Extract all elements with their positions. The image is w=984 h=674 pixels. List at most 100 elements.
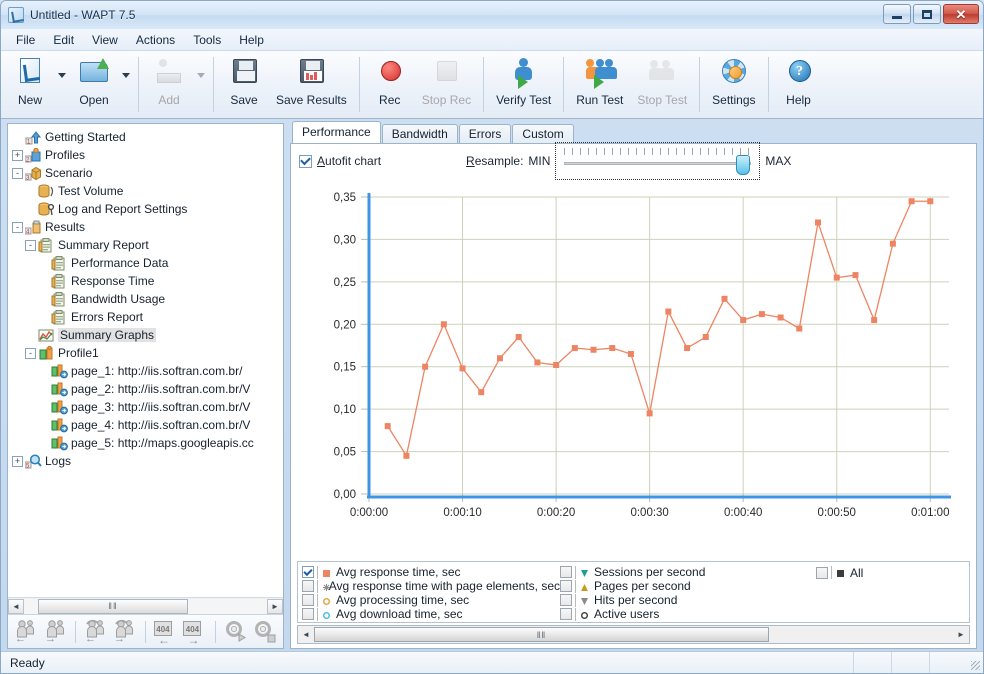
legend-checkbox[interactable] [302, 580, 314, 592]
error-404-left-icon[interactable]: 404 ← [152, 618, 180, 647]
tree-item-getting-started[interactable]: 1 Getting Started [12, 128, 283, 146]
error-404-right-icon[interactable]: 404 → [181, 618, 209, 647]
gear-run-icon[interactable] [222, 618, 250, 646]
legend-row[interactable]: Avg processing time, sec [302, 593, 560, 607]
menu-item-edit[interactable]: Edit [44, 30, 83, 50]
tree-expander[interactable]: - [12, 167, 23, 179]
recycle-user-right-icon[interactable]: → [111, 618, 139, 646]
legend-row[interactable]: Sessions per second [560, 565, 800, 579]
add-user-right-icon[interactable]: → [42, 618, 70, 646]
verify-test-button[interactable]: Verify Test [489, 53, 558, 116]
tab-bandwidth[interactable]: Bandwidth [381, 124, 458, 144]
tree-item-page-1-http-iis-softran-com-br[interactable]: page_1: http://iis.softran.com.br/ [12, 362, 283, 380]
toolbar-separator [358, 57, 360, 112]
save-button[interactable]: Save [219, 53, 269, 116]
tree-item-log-and-report-settings[interactable]: Log and Report Settings [12, 200, 283, 218]
tree-scroll-left-button[interactable]: ◄ [8, 598, 24, 614]
rec-button[interactable]: Rec [365, 53, 415, 116]
save-results-button[interactable]: Save Results [269, 53, 354, 116]
chart-scroll-thumb[interactable]: ‖‖ [314, 627, 769, 642]
scenario-tree[interactable]: 1 Getting Started +2 Profiles -3 Scenario Test… [8, 124, 283, 597]
legend-row[interactable]: Avg download time, sec [302, 607, 560, 621]
tree-scroll-track[interactable]: ‖‖ [24, 598, 267, 614]
tab-errors[interactable]: Errors [458, 124, 512, 144]
tree-item-page-3-http-iis-softran-com-br-v[interactable]: page_3: http://iis.softran.com.br/V [12, 398, 283, 416]
tree-expander[interactable]: + [12, 149, 23, 161]
new-button[interactable]: New [5, 53, 55, 116]
tree-item-results[interactable]: -4 Results [12, 218, 283, 236]
chart-scroll-track[interactable]: ‖‖ [314, 626, 953, 643]
tree-item-response-time[interactable]: Response Time [12, 272, 283, 290]
menu-item-actions[interactable]: Actions [127, 30, 184, 50]
maximize-button[interactable] [913, 4, 941, 24]
tree-expander[interactable]: - [25, 239, 36, 251]
autofit-chart-checkbox[interactable] [299, 154, 312, 168]
legend-checkbox[interactable] [302, 594, 314, 606]
performance-chart[interactable]: 0,00 0,05 0,10 0,15 0,20 0,25 0,30 0,35 0:00:00 0… [291, 178, 976, 561]
legend-row[interactable]: Hits per second [560, 593, 800, 607]
legend-row[interactable]: Active users [560, 607, 800, 621]
legend-checkbox[interactable] [560, 608, 572, 620]
run-test-button[interactable]: Run Test [569, 53, 630, 116]
chart-scroll-right-button[interactable]: ► [953, 626, 969, 643]
add-user-left-icon[interactable]: ← [12, 618, 40, 646]
tree-item-page-5-http-maps-googleapis-cc[interactable]: page_5: http://maps.googleapis.cc [12, 434, 283, 452]
tree-item-page-2-http-iis-softran-com-br-v[interactable]: page_2: http://iis.softran.com.br/V [12, 380, 283, 398]
menu-item-tools[interactable]: Tools [184, 30, 230, 50]
legend-checkbox[interactable] [816, 566, 828, 579]
legend-checkbox[interactable] [560, 580, 572, 592]
summary-graphs-icon [38, 328, 55, 343]
legend-row[interactable]: All [816, 565, 920, 580]
legend-row[interactable]: Pages per second [560, 579, 800, 593]
tree-toolbar-separator [214, 620, 216, 643]
slider-track[interactable] [564, 162, 752, 165]
legend-row[interactable]: Avg response time, sec [302, 565, 560, 579]
tree-item-scenario[interactable]: -3 Scenario [12, 164, 283, 182]
help-button[interactable]: ? Help [774, 53, 824, 116]
tree-expander[interactable]: - [12, 221, 23, 233]
minimize-button[interactable] [883, 4, 911, 24]
resample-slider[interactable] [555, 142, 761, 180]
tree-item-profile1[interactable]: - Profile1 [12, 344, 283, 362]
tree-expander[interactable]: - [25, 347, 36, 359]
tree-horizontal-scrollbar[interactable]: ◄ ‖‖ ► [8, 597, 283, 614]
tree-item-performance-data[interactable]: Performance Data [12, 254, 283, 272]
chart-canvas[interactable]: 0,00 0,05 0,10 0,15 0,20 0,25 0,30 0,35 0:00:00 0… [305, 178, 965, 523]
chart-horizontal-scrollbar[interactable]: ◄ ‖‖ ► [297, 625, 970, 644]
tree-item-page-4-http-iis-softran-com-br-v[interactable]: page_4: http://iis.softran.com.br/V [12, 416, 283, 434]
tree-item-summary-report[interactable]: - Summary Report [12, 236, 283, 254]
menu-item-help[interactable]: Help [230, 30, 273, 50]
chart-scroll-left-button[interactable]: ◄ [298, 626, 314, 643]
tree-item-test-volume[interactable]: Test Volume [12, 182, 283, 200]
rec-label: Rec [379, 93, 401, 107]
tree-scroll-right-button[interactable]: ► [267, 598, 283, 614]
tree-item-summary-graphs[interactable]: Summary Graphs [12, 326, 283, 344]
chevron-down-icon[interactable] [55, 53, 69, 116]
open-button[interactable]: Open [69, 53, 119, 116]
tree-scroll-thumb[interactable]: ‖‖ [38, 598, 188, 614]
chevron-down-icon[interactable] [194, 53, 208, 116]
resize-grip[interactable] [967, 652, 983, 673]
menu-item-file[interactable]: File [7, 30, 44, 50]
recycle-user-left-icon[interactable]: ← [82, 618, 110, 646]
tab-custom[interactable]: Custom [512, 124, 574, 144]
legend-row[interactable]: Avg response time with page elements, se… [302, 579, 560, 593]
settings-button[interactable]: Settings [705, 53, 762, 116]
legend-checkbox[interactable] [302, 608, 314, 620]
tab-performance[interactable]: Performance [292, 121, 381, 143]
page-icon [51, 382, 68, 397]
tree-item-profiles[interactable]: +2 Profiles [12, 146, 283, 164]
menu-item-view[interactable]: View [83, 30, 127, 50]
legend-checkbox[interactable] [560, 566, 572, 578]
tree-item-logs[interactable]: +5 Logs [12, 452, 283, 470]
legend-checkbox[interactable] [302, 566, 314, 578]
slider-thumb[interactable] [736, 155, 751, 175]
close-button[interactable]: ✕ [943, 4, 979, 24]
tree-item-errors-report[interactable]: Errors Report [12, 308, 283, 326]
results-icon: 4 [25, 220, 42, 235]
legend-checkbox[interactable] [560, 594, 572, 606]
tree-expander[interactable]: + [12, 455, 23, 467]
tree-item-bandwidth-usage[interactable]: Bandwidth Usage [12, 290, 283, 308]
gear-stop-icon[interactable] [251, 618, 279, 646]
chevron-down-icon[interactable] [119, 53, 133, 116]
